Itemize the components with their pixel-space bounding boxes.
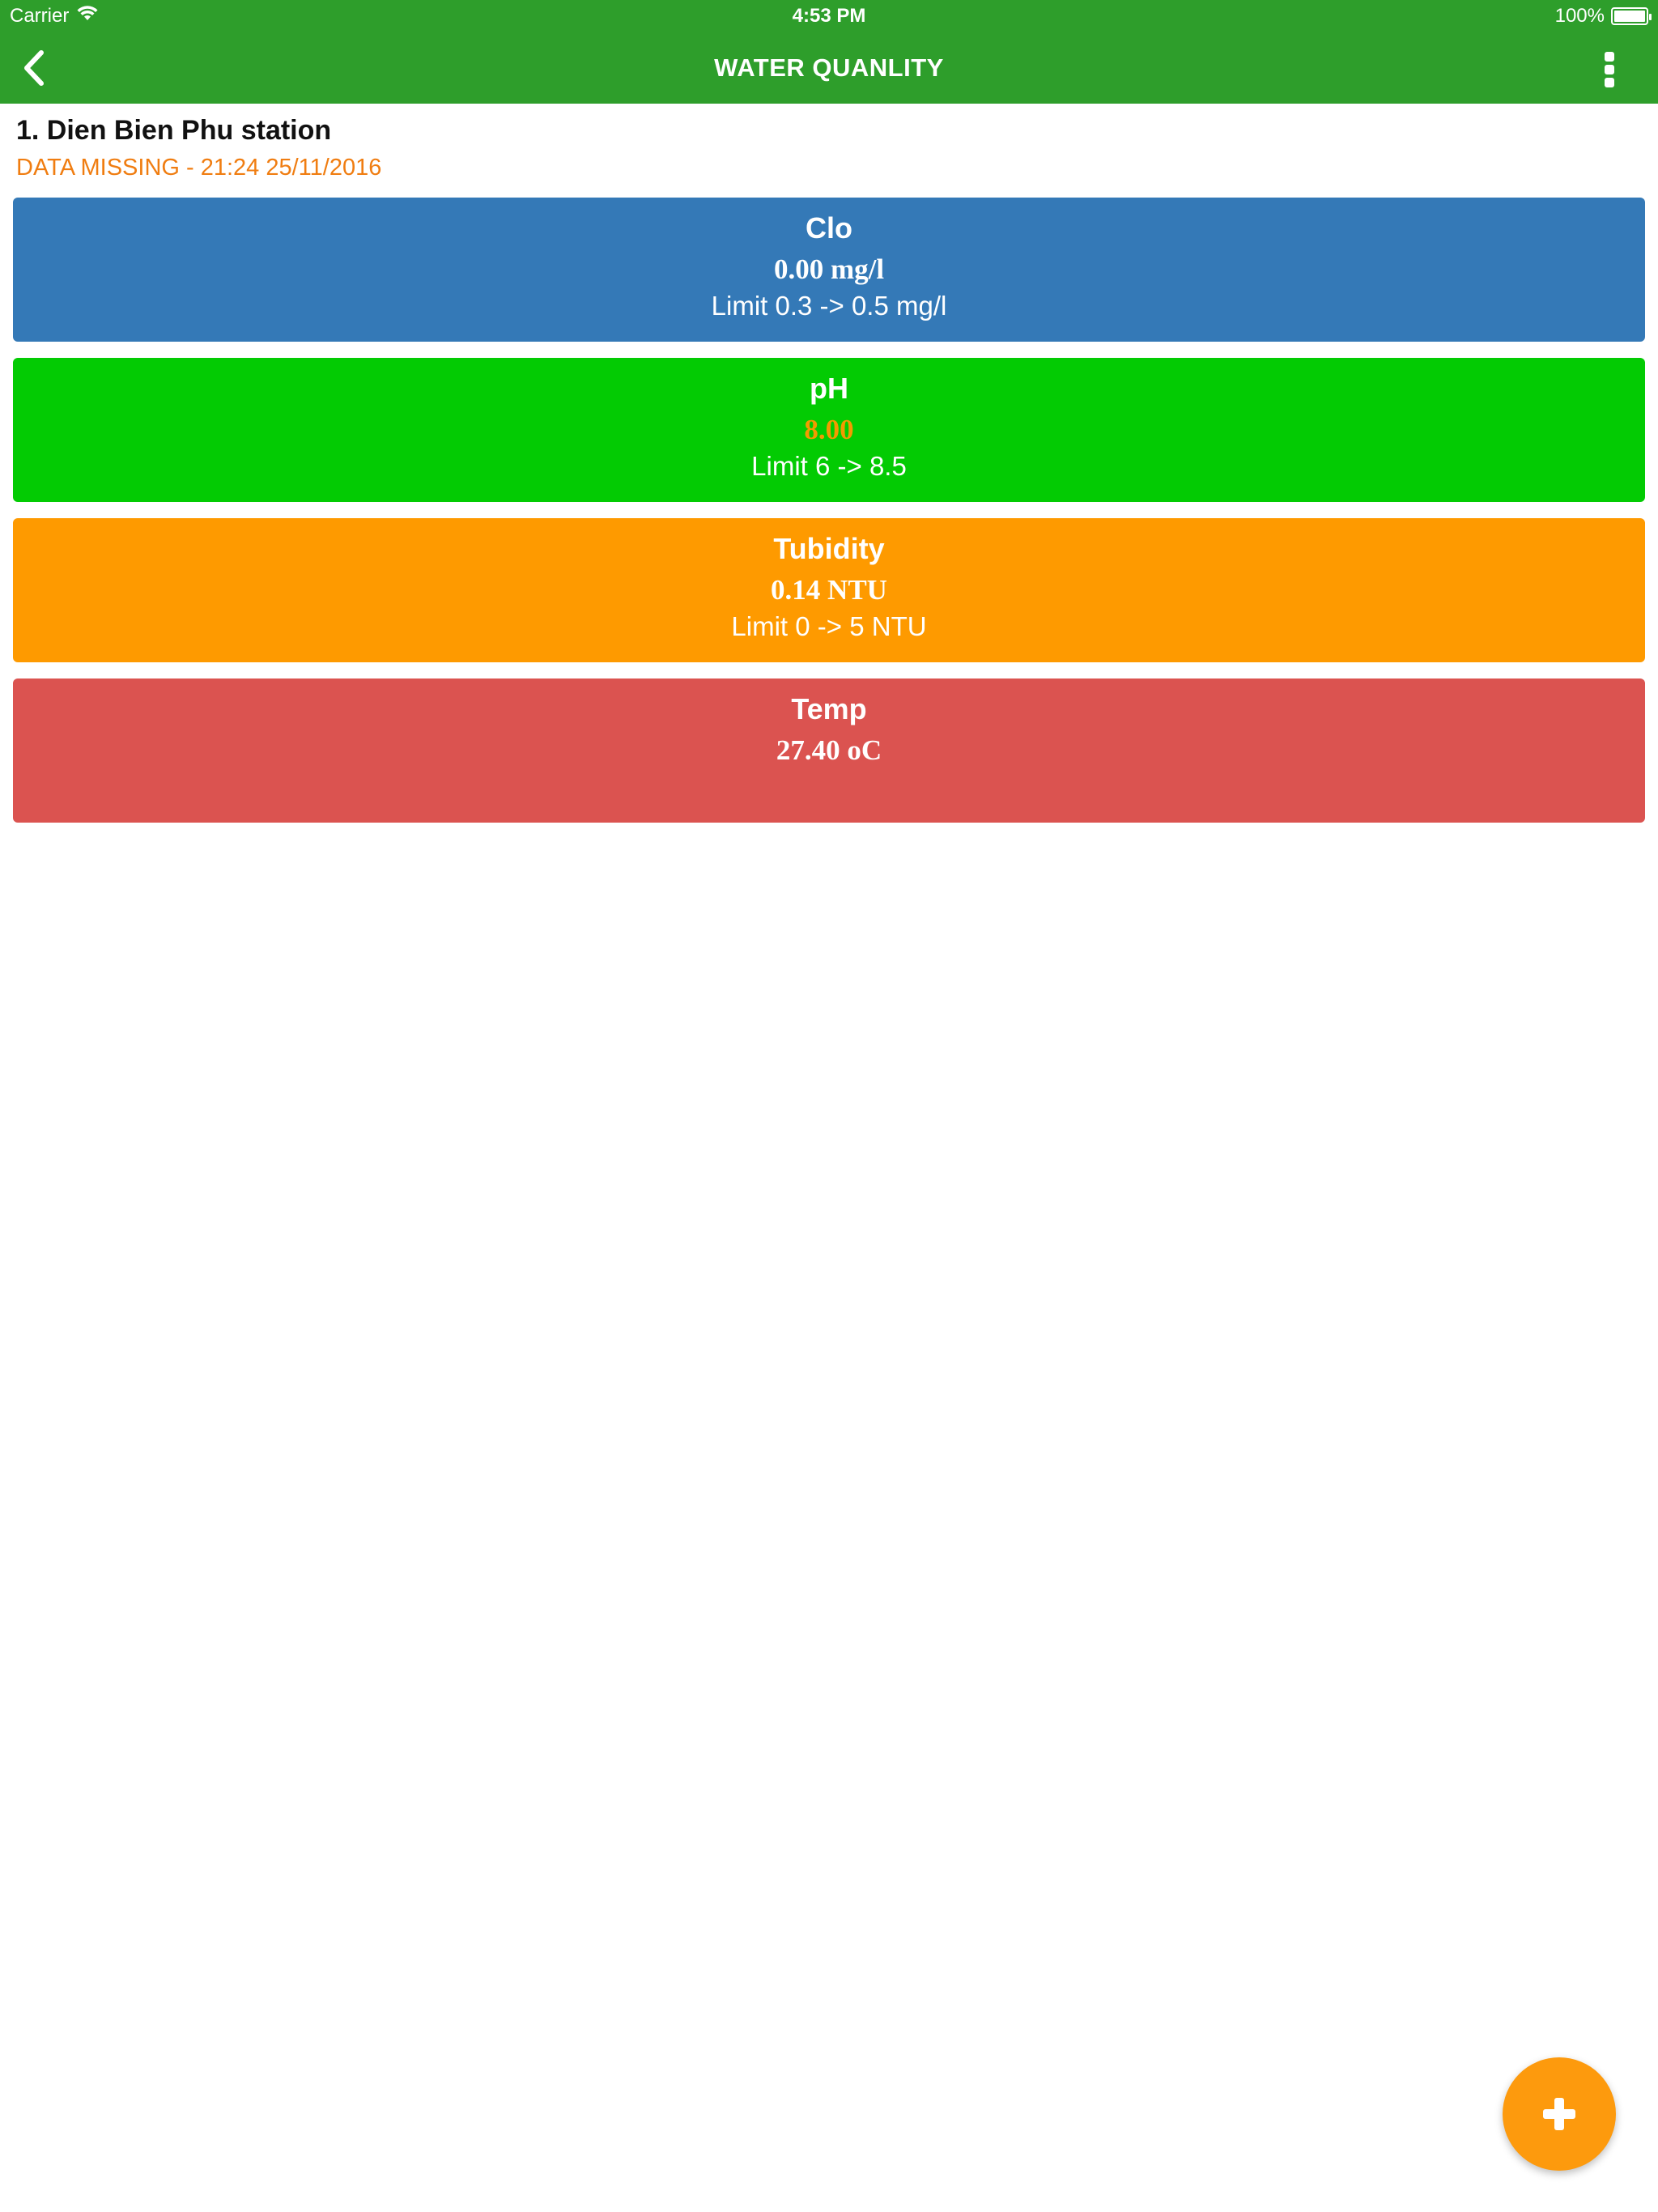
more-options-button[interactable] (1593, 47, 1626, 92)
plus-icon (1543, 2098, 1575, 2130)
status-battery-group: 100% (1554, 5, 1652, 28)
metric-cards: Clo 0.00 mg/l Limit 0.3 -> 0.5 mg/l pH 8… (13, 198, 1645, 839)
metric-card-ph[interactable]: pH 8.00 Limit 6 -> 8.5 (13, 358, 1645, 502)
metric-title: Temp (791, 692, 867, 725)
metric-value: 27.40 oC (776, 734, 882, 766)
station-name: 1. Dien Bien Phu station (16, 115, 332, 146)
metric-limit: Limit 6 -> 8.5 (751, 451, 907, 482)
metric-value: 0.14 NTU (771, 573, 887, 606)
app-screen: Carrier 4:53 PM 100% WATER QUANLITY 1. D… (0, 0, 1658, 2212)
metric-title: Clo (806, 211, 852, 245)
metric-card-clo[interactable]: Clo 0.00 mg/l Limit 0.3 -> 0.5 mg/l (13, 198, 1645, 342)
more-vertical-icon-dot (1605, 78, 1614, 87)
more-vertical-icon-dot (1605, 52, 1614, 62)
top-bar: Carrier 4:53 PM 100% WATER QUANLITY (0, 0, 1658, 104)
more-vertical-icon-dot (1605, 65, 1614, 74)
metric-card-turbidity[interactable]: Tubidity 0.14 NTU Limit 0 -> 5 NTU (13, 518, 1645, 662)
page-title: WATER QUANLITY (714, 53, 944, 82)
status-time: 4:53 PM (792, 5, 866, 27)
metric-value: 0.00 mg/l (773, 253, 885, 285)
battery-icon (1611, 7, 1652, 25)
status-bar: Carrier 4:53 PM 100% (0, 0, 1658, 32)
add-button[interactable] (1503, 2057, 1616, 2171)
metric-limit: Limit 0 -> 5 NTU (731, 611, 927, 642)
metric-value: 8.00 (804, 413, 854, 445)
metric-card-temp[interactable]: Temp 27.40 oC (13, 678, 1645, 823)
metric-title: pH (810, 372, 848, 405)
metric-title: Tubidity (773, 532, 885, 565)
battery-percent: 100% (1554, 5, 1605, 27)
metric-limit: Limit 0.3 -> 0.5 mg/l (711, 291, 947, 321)
navigation-bar: WATER QUANLITY (0, 32, 1658, 104)
station-status: DATA MISSING - 21:24 25/11/2016 (16, 155, 382, 181)
station-header: 1. Dien Bien Phu station DATA MISSING - … (16, 115, 381, 181)
